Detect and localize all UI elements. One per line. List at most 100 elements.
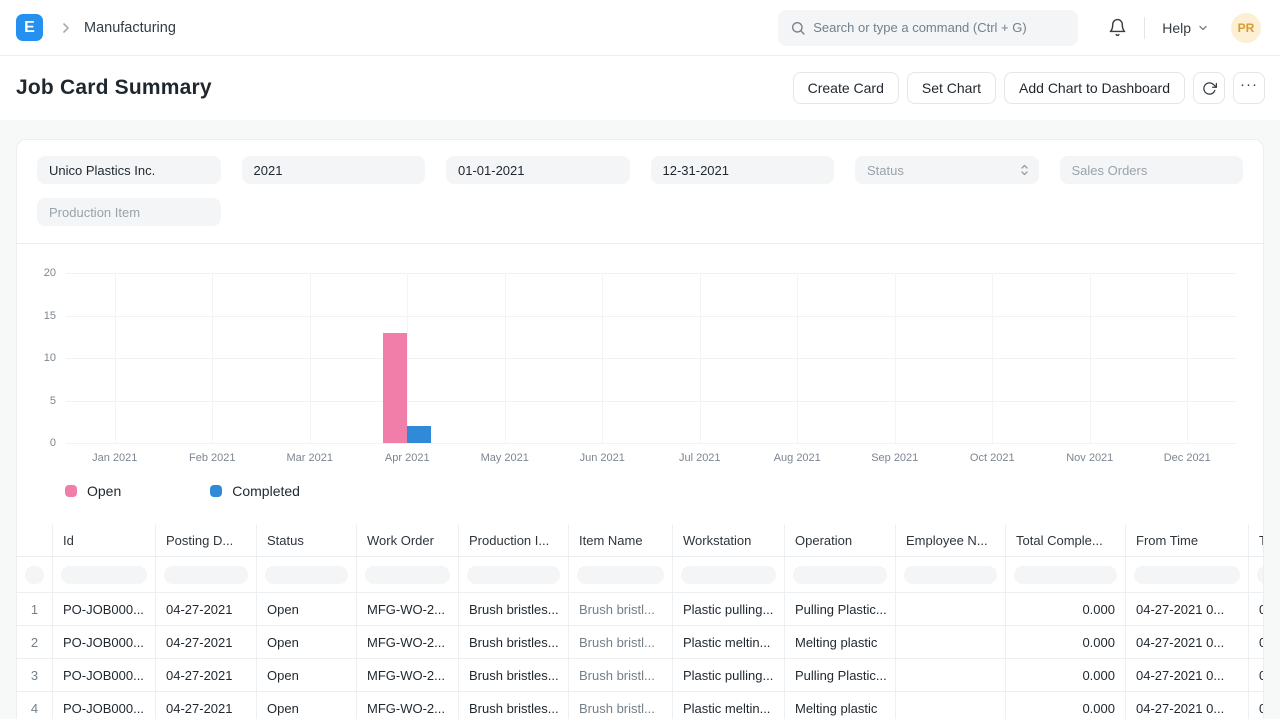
table-cell[interactable]: MFG-WO-2... [357, 659, 459, 692]
column-header[interactable]: Employee N... [896, 525, 1006, 557]
column-filter-input[interactable] [1134, 566, 1240, 584]
table-cell[interactable]: 0 [1249, 593, 1264, 626]
column-header[interactable] [17, 525, 53, 557]
table-cell[interactable]: PO-JOB000... [53, 692, 156, 719]
table-cell[interactable]: 04-27-2021 0... [1126, 659, 1249, 692]
column-filter-input[interactable] [265, 566, 348, 584]
table-cell[interactable]: Melting plastic [785, 626, 896, 659]
table-cell[interactable]: MFG-WO-2... [357, 626, 459, 659]
set-chart-button[interactable]: Set Chart [907, 72, 996, 104]
column-filter-input[interactable] [365, 566, 450, 584]
user-avatar[interactable]: PR [1231, 13, 1261, 43]
table-cell[interactable]: Pulling Plastic... [785, 593, 896, 626]
table-cell[interactable]: 04-27-2021 [156, 593, 257, 626]
column-filter-input[interactable] [681, 566, 776, 584]
column-filter-input[interactable] [61, 566, 147, 584]
navbar-divider [1144, 17, 1145, 39]
table-cell[interactable]: PO-JOB000... [53, 659, 156, 692]
table-cell[interactable]: Brush bristl... [569, 593, 673, 626]
add-chart-to-dashboard-button[interactable]: Add Chart to Dashboard [1004, 72, 1185, 104]
table-cell[interactable]: 0 [1249, 626, 1264, 659]
x-axis-label: Dec 2021 [1142, 452, 1232, 464]
table-cell[interactable] [896, 593, 1006, 626]
column-filter-input[interactable] [904, 566, 997, 584]
filter-status[interactable]: Status [855, 156, 1039, 184]
table-cell[interactable]: Pulling Plastic... [785, 659, 896, 692]
table-cell[interactable]: Brush bristles... [459, 692, 569, 719]
table-cell[interactable]: Plastic meltin... [673, 626, 785, 659]
filter-from-date[interactable]: 01-01-2021 [446, 156, 630, 184]
chart-bar-open[interactable] [383, 333, 407, 444]
column-filter-input[interactable] [577, 566, 664, 584]
table-cell[interactable]: Brush bristles... [459, 626, 569, 659]
table-cell[interactable]: Open [257, 692, 357, 719]
table-cell[interactable]: 0 [1249, 692, 1264, 719]
table-cell[interactable]: Brush bristles... [459, 593, 569, 626]
table-cell[interactable]: Brush bristles... [459, 659, 569, 692]
table-cell[interactable]: 04-27-2021 0... [1126, 692, 1249, 719]
table-cell[interactable]: PO-JOB000... [53, 593, 156, 626]
table-cell[interactable] [896, 659, 1006, 692]
table-cell[interactable]: Plastic pulling... [673, 593, 785, 626]
table-cell[interactable] [896, 626, 1006, 659]
table-cell[interactable]: Plastic meltin... [673, 692, 785, 719]
table-cell[interactable]: 0.000 [1006, 626, 1126, 659]
chart-bar-completed[interactable] [407, 426, 431, 443]
column-header[interactable]: Operation [785, 525, 896, 557]
column-header[interactable]: Item Name [569, 525, 673, 557]
table-cell[interactable]: MFG-WO-2... [357, 692, 459, 719]
cell-value: 04-27-2021 0... [1136, 701, 1224, 716]
cell-value: Pulling Plastic... [795, 602, 887, 617]
table-cell[interactable]: 04-27-2021 [156, 626, 257, 659]
table-cell[interactable]: Open [257, 626, 357, 659]
table-cell[interactable]: Open [257, 659, 357, 692]
column-header[interactable]: Posting D... [156, 525, 257, 557]
filter-company[interactable]: Unico Plastics Inc. [37, 156, 221, 184]
table-cell[interactable]: 0.000 [1006, 593, 1126, 626]
column-header[interactable]: Production I... [459, 525, 569, 557]
column-header[interactable]: T [1249, 525, 1264, 557]
filter-fiscal-year[interactable]: 2021 [242, 156, 426, 184]
column-filter-input[interactable] [793, 566, 887, 584]
gridline [66, 443, 1236, 444]
table-cell[interactable]: 04-27-2021 [156, 692, 257, 719]
filter-to-date[interactable]: 12-31-2021 [651, 156, 835, 184]
cell-value: PO-JOB000... [63, 668, 144, 683]
menu-button[interactable]: ··· [1233, 72, 1265, 104]
column-header[interactable]: Status [257, 525, 357, 557]
table-cell[interactable]: 0.000 [1006, 659, 1126, 692]
app-logo[interactable]: E [16, 14, 43, 41]
table-cell[interactable]: 0.000 [1006, 692, 1126, 719]
column-filter-input[interactable] [467, 566, 560, 584]
table-cell[interactable]: Brush bristl... [569, 626, 673, 659]
table-cell[interactable]: PO-JOB000... [53, 626, 156, 659]
column-filter-input[interactable] [1257, 566, 1264, 584]
column-header[interactable]: From Time [1126, 525, 1249, 557]
column-header[interactable]: Total Comple... [1006, 525, 1126, 557]
table-cell[interactable]: Melting plastic [785, 692, 896, 719]
column-filter-input[interactable] [25, 566, 44, 584]
column-filter-input[interactable] [1014, 566, 1117, 584]
table-cell[interactable]: Brush bristl... [569, 692, 673, 719]
breadcrumb[interactable]: Manufacturing [84, 20, 176, 36]
table-cell[interactable]: 04-27-2021 0... [1126, 593, 1249, 626]
column-header[interactable]: Work Order [357, 525, 459, 557]
table-cell[interactable]: Plastic pulling... [673, 659, 785, 692]
column-header[interactable]: Id [53, 525, 156, 557]
table-cell[interactable] [896, 692, 1006, 719]
column-header[interactable]: Workstation [673, 525, 785, 557]
column-filter-input[interactable] [164, 566, 248, 584]
search-input[interactable] [778, 10, 1078, 46]
table-cell[interactable]: 04-27-2021 0... [1126, 626, 1249, 659]
filter-production-item[interactable]: Production Item [37, 198, 221, 226]
create-card-button[interactable]: Create Card [793, 72, 899, 104]
notifications-bell-icon[interactable] [1108, 18, 1127, 37]
table-cell[interactable]: MFG-WO-2... [357, 593, 459, 626]
table-cell[interactable]: Open [257, 593, 357, 626]
table-cell[interactable]: 04-27-2021 [156, 659, 257, 692]
help-menu[interactable]: Help [1162, 20, 1209, 36]
table-cell[interactable]: Brush bristl... [569, 659, 673, 692]
filter-sales-orders[interactable]: Sales Orders [1060, 156, 1244, 184]
table-cell[interactable]: 0 [1249, 659, 1264, 692]
refresh-button[interactable] [1193, 72, 1225, 104]
